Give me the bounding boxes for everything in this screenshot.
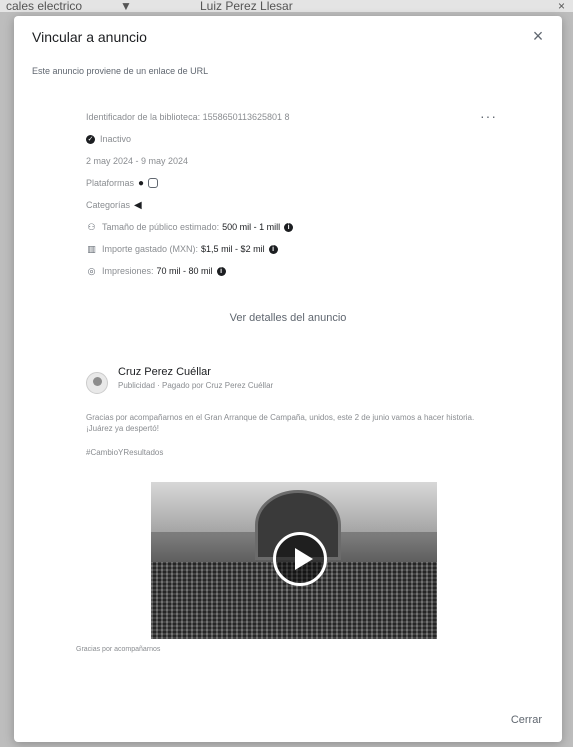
modal-subtitle: Este anuncio proviene de un enlace de UR… [32,66,209,76]
money-icon: ▥ [87,243,96,254]
audience-row: ⚇ Tamaño de público estimado: 500 mil - … [86,218,506,236]
post-text: Gracias por acompañarnos en el Gran Arra… [86,413,475,433]
info-icon[interactable]: i [216,266,226,276]
library-id-row: Identificador de la biblioteca: 15586501… [86,108,506,126]
ad-info: Identificador de la biblioteca: 15586501… [86,108,506,284]
view-ad-details-link[interactable]: Ver detalles del anuncio [14,312,562,324]
status-row: ✓ Inactivo [86,130,506,148]
spend-row: ▥ Importe gastado (MXN): $1,5 mil - $2 m… [86,240,506,258]
close-button[interactable]: Cerrar [511,714,542,726]
inactive-status-icon: ✓ [86,134,95,144]
info-icon[interactable]: i [284,222,294,232]
megaphone-icon: ◀ [134,199,142,211]
categories-row: Categorías ◀ [86,196,506,214]
page-name[interactable]: Cruz Perez Cuéllar [118,366,273,378]
background-topbar: cales electrico ▼ Luiz Perez Llesar × [0,0,573,12]
video-caption: Gracias por acompañarnos [76,646,161,653]
avatar[interactable] [86,372,108,394]
info-icon[interactable]: i [268,244,278,254]
spend-label: Importe gastado (MXN): [102,244,199,254]
link-to-ad-modal: Vincular a anuncio × Este anuncio provie… [14,16,562,742]
ad-dates: 2 may 2024 - 9 may 2024 [86,156,189,166]
facebook-icon: ● [138,177,145,189]
sponsored-label: Publicidad · Pagado por Cruz Perez Cuéll… [118,381,274,390]
platforms-row: Plataformas ● ig [86,174,506,192]
hashtag[interactable]: #CambioYResultados [86,448,506,457]
library-id: Identificador de la biblioteca: 15586501… [86,112,290,122]
eye-icon: ◎ [87,265,96,276]
audience-value: 500 mil - 1 mill [222,222,281,232]
ad-post-preview: Cruz Perez Cuéllar Publicidad · Pagado p… [86,366,506,457]
categories-label: Categorías [86,200,131,210]
background-dropdown-icon: ▼ [120,0,132,12]
modal-title: Vincular a anuncio [32,29,147,45]
spend-value: $1,5 mil - $2 mil [201,244,265,254]
video-thumbnail[interactable] [151,482,437,639]
background-close-icon: × [557,0,565,12]
background-profile-name: Luiz Perez Llesar [200,0,293,12]
impressions-row: ◎ Impresiones: 70 mil - 80 mil i [86,262,506,280]
platforms-label: Plataformas [86,178,135,188]
impressions-value: 70 mil - 80 mil [156,266,213,276]
modal-header: Vincular a anuncio × [14,16,562,58]
status-badge: Inactivo [100,134,132,144]
close-icon[interactable]: × [528,26,548,46]
play-icon[interactable] [273,532,327,586]
instagram-icon: ig [148,178,159,188]
background-tab-text: cales electrico [6,0,83,12]
post-header: Cruz Perez Cuéllar Publicidad · Pagado p… [86,366,506,394]
people-icon: ⚇ [87,221,96,232]
impressions-label: Impresiones: [102,266,154,276]
post-author: Cruz Perez Cuéllar Publicidad · Pagado p… [118,366,273,390]
dates-row: 2 may 2024 - 9 may 2024 [86,152,506,170]
audience-label: Tamaño de público estimado: [102,222,220,232]
